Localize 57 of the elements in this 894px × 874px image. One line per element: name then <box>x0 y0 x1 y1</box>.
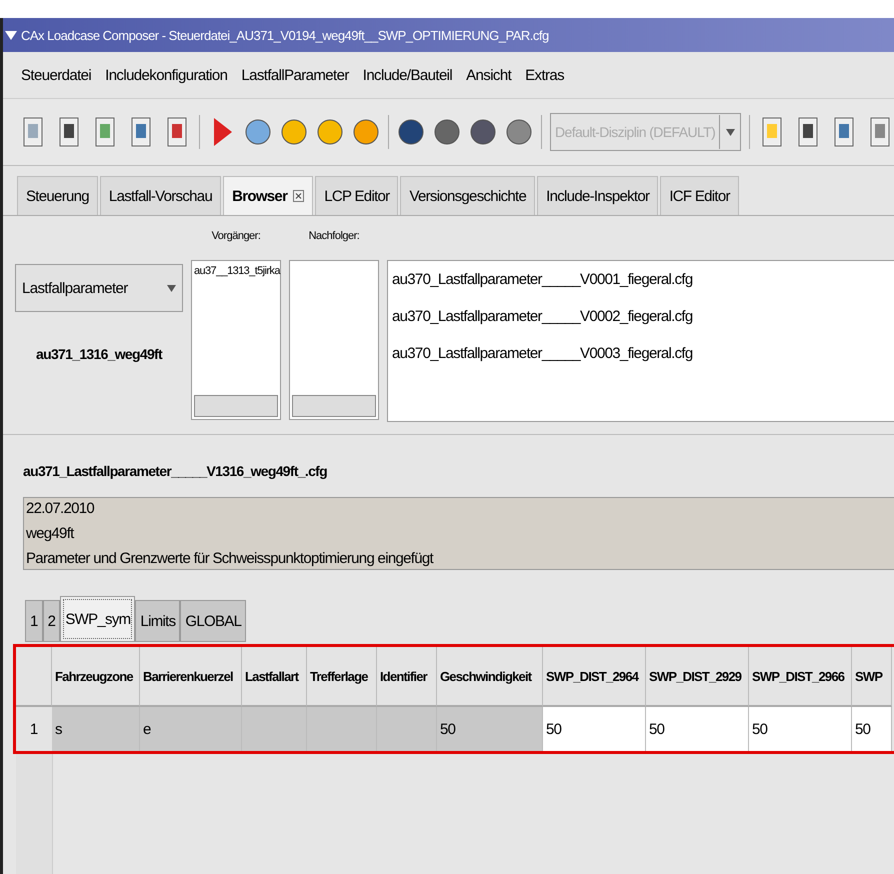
tab[interactable]: LCP Editor <box>315 176 398 215</box>
column-header[interactable]: Lastfallart <box>242 647 307 707</box>
menu-item[interactable]: Ansicht <box>466 66 512 84</box>
file-name: au371_Lastfallparameter_____V1316_weg49ft_.cfg <box>22 462 328 481</box>
column-header[interactable]: Fahrzeugzone <box>52 647 140 707</box>
tab[interactable]: Include-Inspektor <box>537 176 658 215</box>
type-dropdown[interactable]: Lastfallparameter <box>15 264 183 312</box>
menu-item[interactable]: Extras <box>525 66 564 84</box>
sheet-tab[interactable]: 2 <box>42 600 60 642</box>
column-header[interactable]: Barrierenkuerzel <box>140 647 242 707</box>
tab[interactable]: Versionsgeschichte <box>400 176 536 215</box>
file-item[interactable]: au370_Lastfallparameter_____V0002_fiegeral.cfg <box>392 308 890 325</box>
tab[interactable]: Browser <box>223 176 314 215</box>
window-title: CAx Loadcase Composer - Steuerdatei_AU371_V0194_weg49ft__SWP_OPTIMIERUNG_PAR.cfg <box>21 28 549 42</box>
version-list[interactable] <box>289 260 379 420</box>
list-item[interactable]: au37__1313_t5jirka <box>192 261 282 281</box>
table-corner <box>16 647 52 707</box>
table-cell: 50 <box>852 707 892 751</box>
tab[interactable]: Lastfall-Vorschau <box>100 176 222 215</box>
version-list[interactable]: au37__1313_t5jirka <box>191 260 281 420</box>
menu-item[interactable]: LastfallParameter <box>241 66 349 84</box>
column-header[interactable]: Geschwindigkeit <box>437 647 543 707</box>
menu-item[interactable]: Steuerdatei <box>21 66 92 84</box>
current-version-label: au371_1316_weg49ft <box>36 346 162 362</box>
column-header[interactable]: SWP_DIST_2966 <box>749 647 852 707</box>
comment-line: Parameter und Grenzwerte für Schweisspunktoptimierung eingefügt <box>26 550 434 567</box>
horizontal-scrollbar[interactable] <box>194 395 278 417</box>
sheet-tab[interactable]: Limits <box>135 600 180 642</box>
menu-item[interactable]: Include/Bauteil <box>362 66 452 84</box>
tab[interactable]: ICF Editor <box>660 176 739 215</box>
table-cell: 50 <box>749 707 852 751</box>
table-cell: e <box>140 707 242 751</box>
chevron-icon[interactable] <box>5 29 17 41</box>
column-header[interactable]: SWP_DIST_2964 <box>543 647 646 707</box>
list-label: Nachfolger: <box>308 230 360 244</box>
column-header[interactable]: SWP_DIST_2929 <box>646 647 749 707</box>
list-label: Vorgänger: <box>212 230 260 244</box>
comment-line: weg49ft <box>26 525 76 542</box>
horizontal-scrollbar[interactable] <box>292 395 376 417</box>
column-header[interactable]: Identifier <box>377 647 437 707</box>
close-icon[interactable] <box>293 190 304 202</box>
menu-item[interactable]: Includekonfiguration <box>105 66 228 84</box>
table-cell: s <box>52 707 140 751</box>
table-cell: 50 <box>437 707 543 751</box>
file-item[interactable]: au370_Lastfallparameter_____V0001_fiegeral.cfg <box>392 271 890 288</box>
file-item[interactable]: au370_Lastfallparameter_____V0003_fiegeral.cfg <box>392 345 890 362</box>
file-list[interactable]: au370_Lastfallparameter_____V0001_fiegeral.cfg au370_Lastfallparameter_____V0002_fiegeral.cfg au370_Lastfallparameter_____V0003_fiegeral.cfg <box>387 260 894 422</box>
sheet-tab[interactable]: GLOBAL <box>180 600 246 642</box>
tab[interactable]: Steuerung <box>17 176 98 215</box>
table-cell: 50 <box>543 707 646 751</box>
sheet-tab[interactable]: SWP_sym <box>60 596 136 642</box>
column-header[interactable]: Trefferlage <box>307 647 377 707</box>
table-cell: 50 <box>646 707 749 751</box>
column-header[interactable]: SWP <box>852 647 892 707</box>
comment-line: 22.07.2010 <box>26 500 96 517</box>
dropdown-arrow-icon[interactable] <box>167 284 176 292</box>
sheet-tab[interactable]: 1 <box>25 600 43 642</box>
